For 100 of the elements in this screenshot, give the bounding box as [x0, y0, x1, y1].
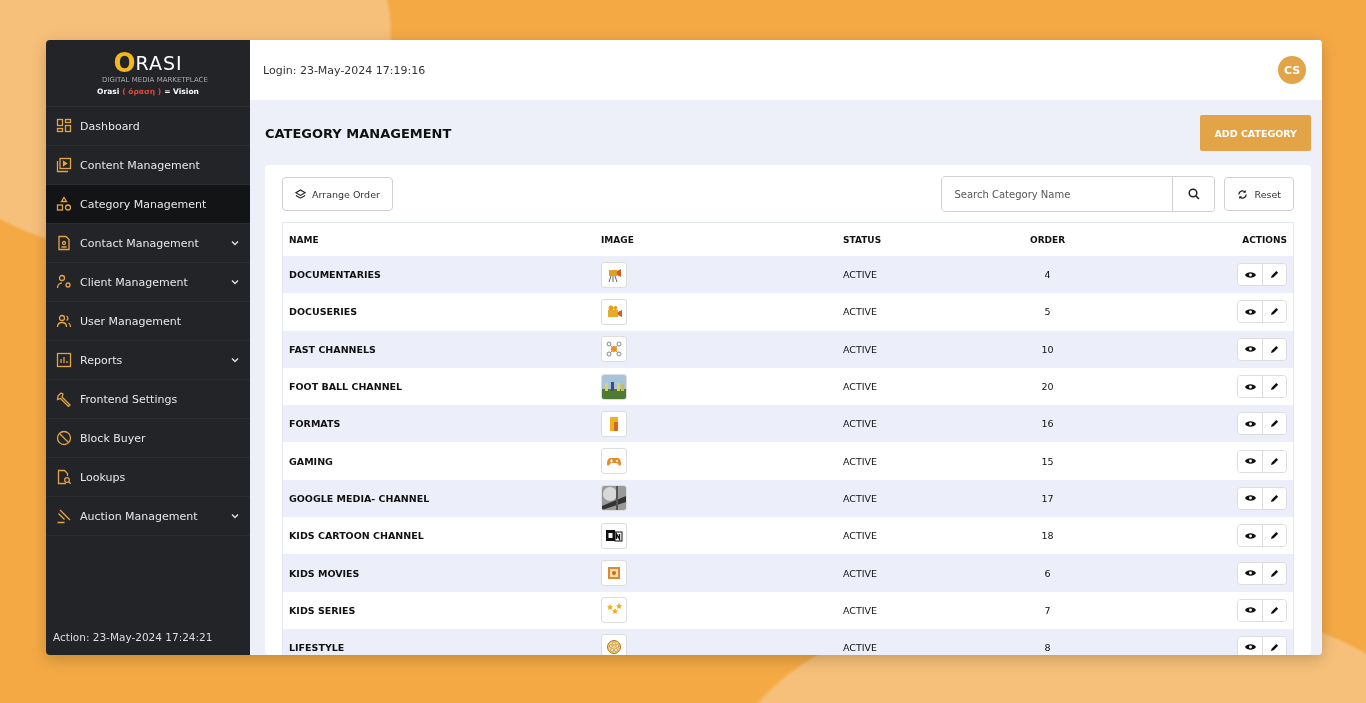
eye-icon	[1244, 531, 1256, 540]
column-header: ORDER	[980, 222, 1115, 256]
user-gear-icon	[56, 274, 72, 290]
chevron-down-icon	[230, 238, 240, 248]
pencil-icon	[1270, 531, 1279, 541]
sidebar-label: Auction Management	[80, 509, 199, 523]
pencil-icon	[1270, 456, 1279, 466]
view-button[interactable]	[1238, 487, 1262, 509]
category-name: FOOT BALL CHANNEL	[282, 367, 595, 406]
pencil-icon	[1270, 642, 1279, 652]
edit-button[interactable]	[1262, 301, 1286, 323]
status-cell: ACTIVE	[837, 256, 981, 294]
wrench-icon	[56, 391, 72, 407]
status-cell: ACTIVE	[837, 479, 981, 518]
play-icon	[56, 157, 72, 173]
eye-icon	[1244, 494, 1256, 503]
status-cell: ACTIVE	[837, 330, 981, 368]
eye-icon	[1244, 457, 1256, 466]
view-button[interactable]	[1238, 264, 1262, 286]
sidebar-label: Client Management	[80, 275, 189, 289]
eye-icon	[1244, 419, 1256, 428]
category-name: LIFESTYLE	[282, 628, 595, 655]
category-name: FORMATS	[282, 405, 595, 443]
status-cell: ACTIVE	[837, 442, 981, 480]
column-header: STATUS	[837, 222, 981, 256]
order-cell: 20	[980, 367, 1115, 406]
edit-button[interactable]	[1262, 599, 1286, 621]
pencil-icon	[1270, 419, 1279, 429]
search-button[interactable]	[1172, 177, 1215, 211]
column-header: NAME	[282, 222, 595, 256]
pencil-icon	[1270, 568, 1279, 578]
login-time: Login: 23-May-2024 17:19:16	[263, 63, 426, 77]
sidebar-label: Block Buyer	[80, 431, 147, 445]
eye-icon	[1244, 382, 1256, 391]
category-name: DOCUSERIES	[282, 293, 595, 331]
pencil-icon	[1270, 344, 1279, 354]
order-cell: 15	[980, 442, 1115, 480]
sidebar-label: Dashboard	[80, 119, 141, 133]
order-cell: 10	[980, 330, 1115, 368]
pencil-icon	[1270, 605, 1279, 615]
block-icon	[56, 430, 72, 446]
gavel-icon	[56, 508, 72, 524]
contact-icon	[56, 235, 72, 251]
edit-button[interactable]	[1262, 338, 1286, 360]
category-name: KIDS SERIES	[282, 591, 595, 629]
order-cell: 16	[980, 405, 1115, 443]
sidebar-label: Category Management	[80, 197, 208, 211]
eye-icon	[1244, 270, 1256, 279]
status-cell: ACTIVE	[837, 293, 981, 331]
last-action-time: Action: 23-May-2024 17:24:21	[52, 631, 214, 645]
sidebar-label: User Management	[80, 314, 183, 328]
pencil-icon	[1270, 493, 1279, 503]
pencil-icon	[1270, 270, 1279, 280]
status-cell: ACTIVE	[837, 517, 981, 555]
column-header: ACTIONS	[1114, 222, 1294, 256]
order-cell: 18	[980, 517, 1115, 555]
status-cell: ACTIVE	[837, 591, 981, 629]
layers-icon	[295, 188, 306, 200]
status-cell: ACTIVE	[837, 628, 981, 655]
sidebar-label: Lookups	[80, 470, 127, 484]
sidebar-label: Reports	[80, 353, 124, 367]
chevron-down-icon	[230, 511, 240, 521]
view-button[interactable]	[1238, 562, 1262, 584]
column-header: IMAGE	[595, 222, 837, 256]
edit-button[interactable]	[1262, 450, 1286, 472]
view-button[interactable]	[1238, 413, 1262, 435]
reset-button[interactable]: Reset	[1224, 177, 1294, 211]
order-cell: 7	[980, 591, 1115, 629]
refresh-icon	[1237, 188, 1249, 200]
edit-button[interactable]	[1262, 525, 1286, 547]
edit-button[interactable]	[1262, 562, 1286, 584]
order-cell: 4	[980, 256, 1115, 294]
edit-button[interactable]	[1262, 264, 1286, 286]
view-button[interactable]	[1238, 338, 1262, 360]
eye-icon	[1244, 606, 1256, 615]
category-name: GAMING	[282, 442, 595, 480]
order-cell: 6	[980, 554, 1115, 592]
eye-icon	[1244, 307, 1256, 316]
edit-button[interactable]	[1262, 376, 1286, 398]
edit-button[interactable]	[1262, 636, 1286, 655]
eye-icon	[1244, 569, 1256, 577]
view-button[interactable]	[1238, 636, 1262, 655]
chart-icon	[56, 352, 72, 368]
sidebar-item[interactable]: Category Management	[46, 185, 250, 224]
arrange-order-button[interactable]: Arrange Order	[282, 177, 393, 211]
eye-icon	[1244, 643, 1256, 652]
users-icon	[56, 313, 72, 329]
edit-button[interactable]	[1262, 413, 1286, 435]
search-field[interactable]: Search Category Name	[941, 176, 1216, 212]
category-name: KIDS MOVIES	[282, 554, 595, 592]
status-cell: ACTIVE	[837, 554, 981, 592]
logo-mark: O	[113, 50, 136, 76]
grid-icon	[56, 118, 72, 134]
document-search-icon	[56, 469, 72, 485]
shapes-icon	[56, 196, 72, 212]
order-cell: 17	[980, 479, 1115, 518]
category-name: KIDS CARTOON CHANNEL	[282, 517, 595, 555]
pencil-icon	[1270, 307, 1279, 317]
search-icon	[1187, 188, 1200, 200]
edit-button[interactable]	[1262, 487, 1286, 509]
